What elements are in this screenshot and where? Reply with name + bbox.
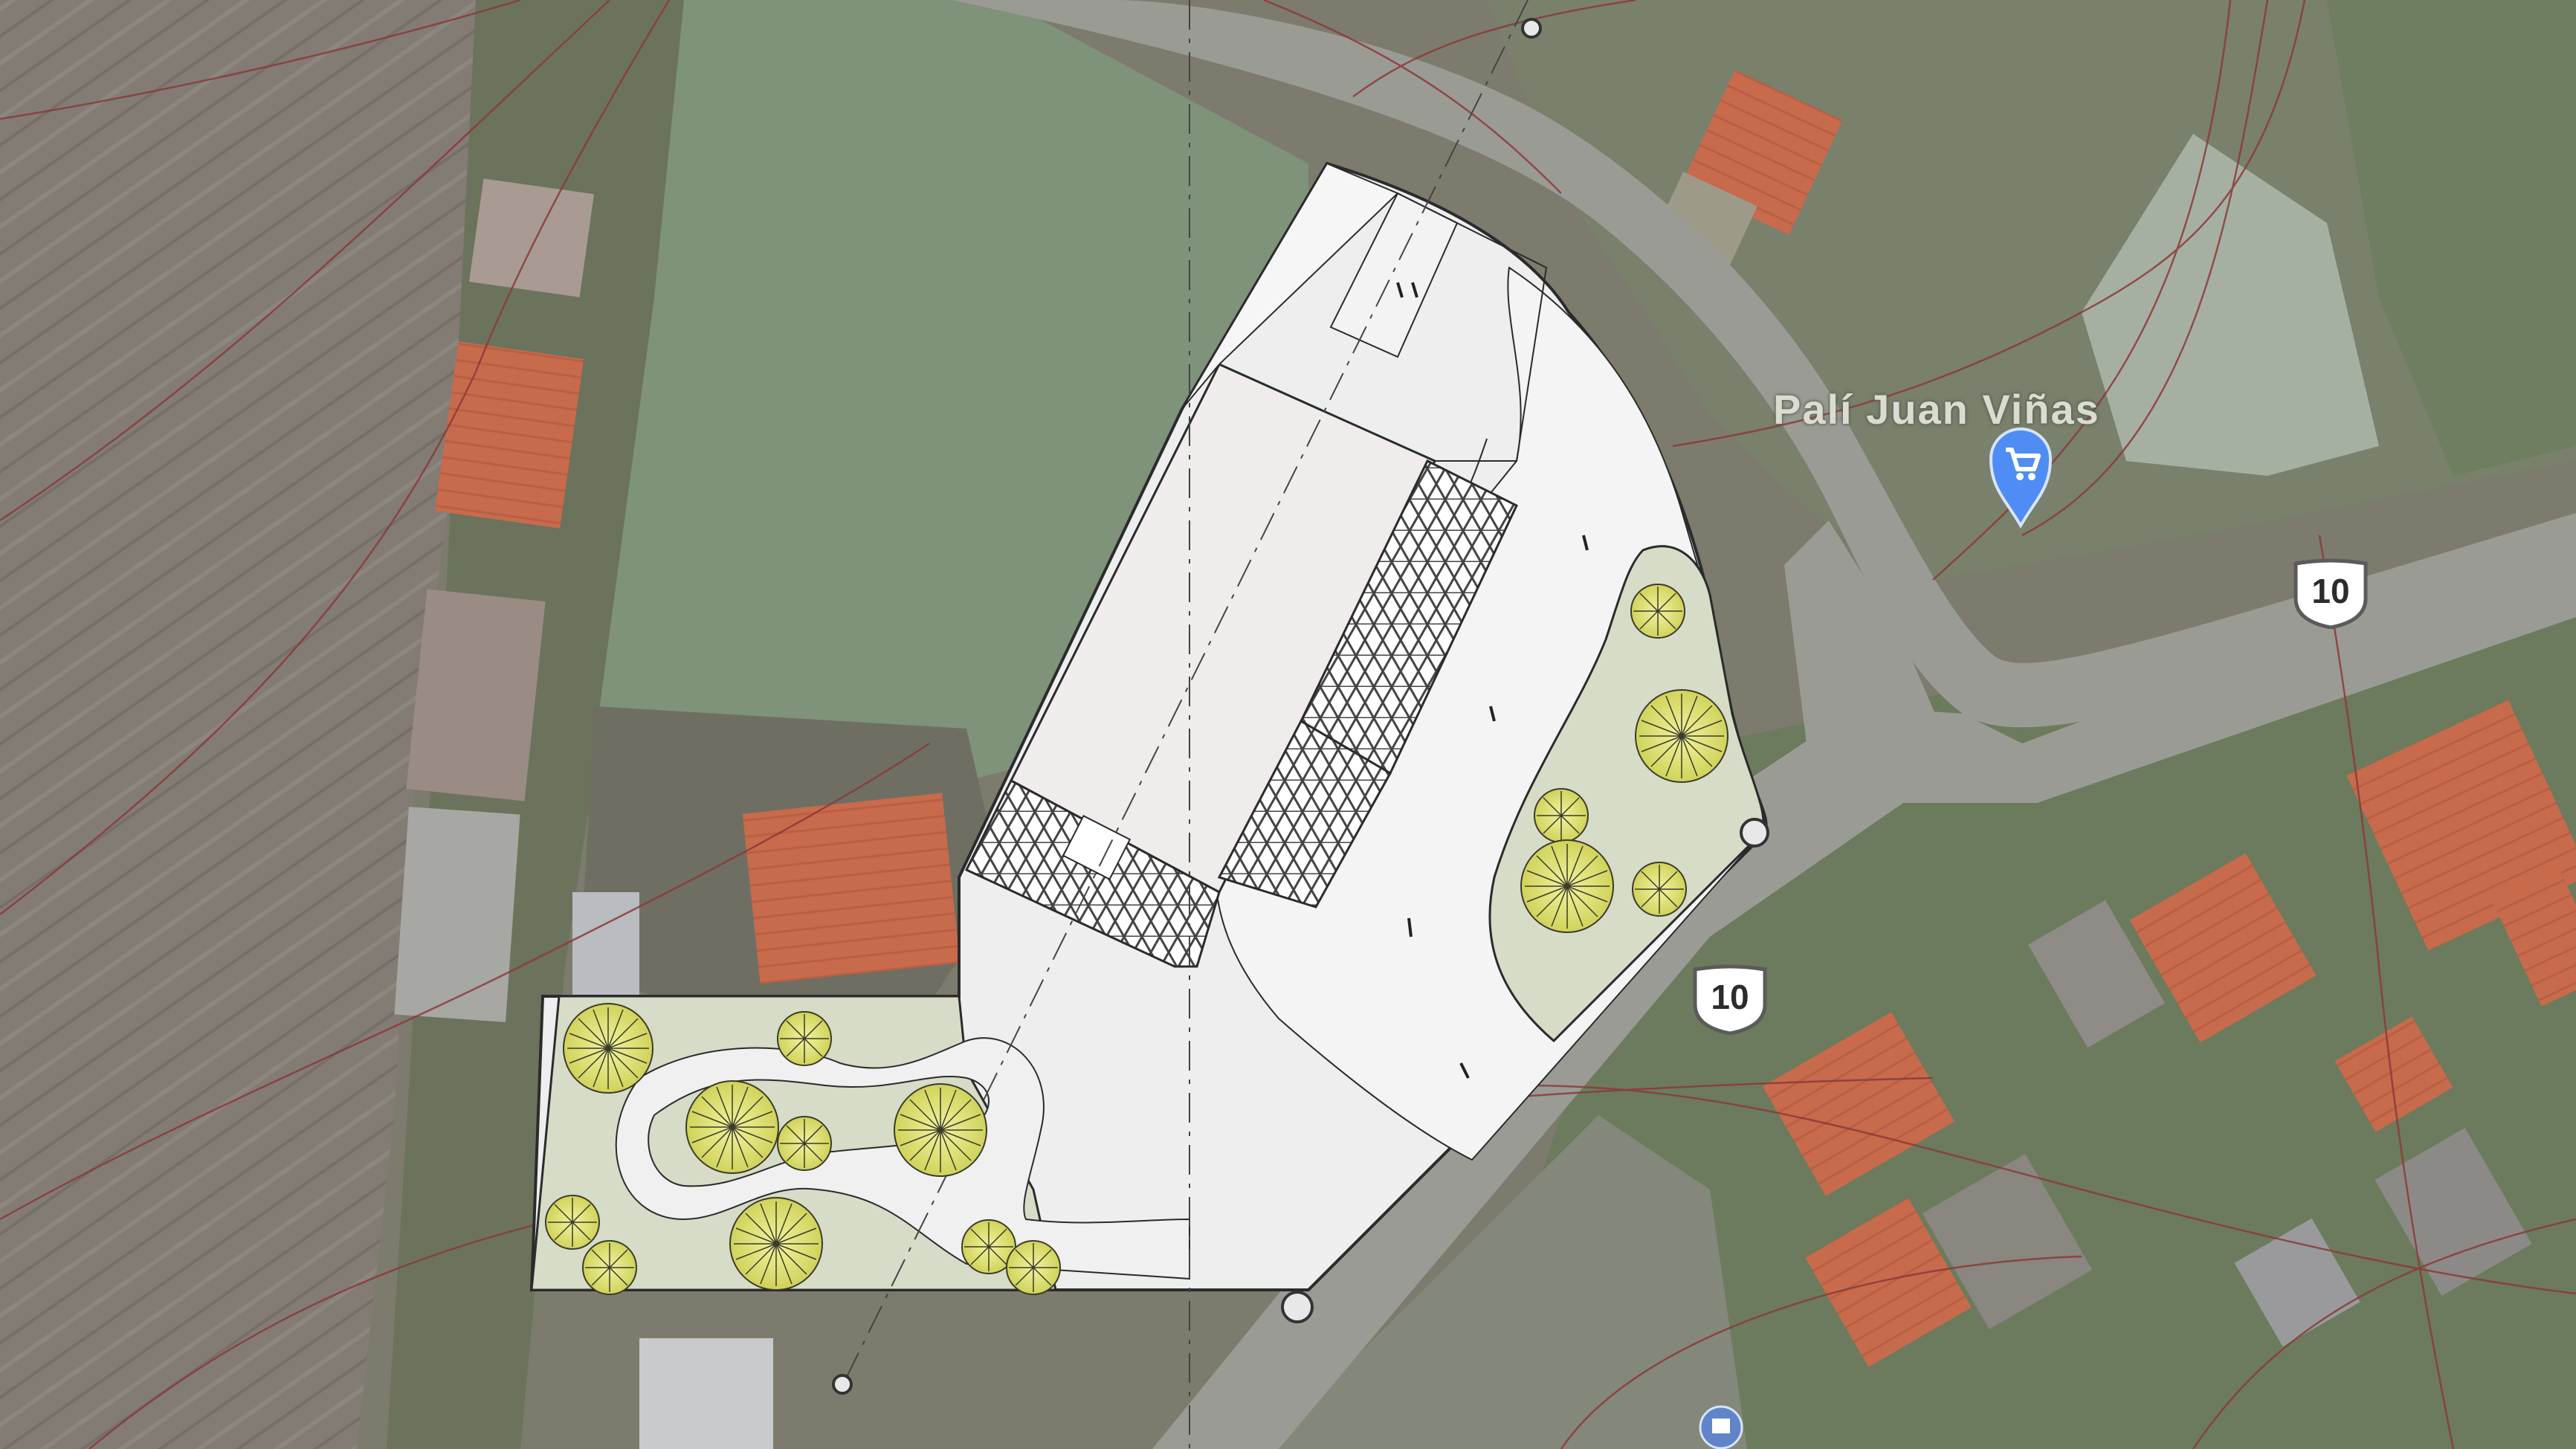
tree [582, 1240, 637, 1295]
poi-label[interactable]: Palí Juan Viñas [1773, 385, 2100, 433]
tree [545, 1195, 600, 1250]
aerial-site-plan [0, 0, 2576, 1449]
route-shield: 10 [1689, 964, 1771, 1035]
poi-marker-icon [1699, 1405, 1743, 1449]
tree [1632, 862, 1687, 917]
tree [894, 1083, 987, 1177]
route-number: 10 [1711, 978, 1749, 1016]
site-plan-map[interactable]: Palí Juan Viñas 10 10 [0, 0, 2576, 1449]
tree [1006, 1240, 1061, 1295]
tree [1635, 689, 1728, 783]
tree [729, 1197, 823, 1291]
tree [1520, 839, 1614, 933]
route-number: 10 [2311, 572, 2350, 610]
tree [777, 1116, 832, 1171]
tree [1630, 584, 1685, 639]
tree [563, 1003, 653, 1094]
tree [685, 1080, 779, 1174]
tree [1534, 788, 1589, 843]
route-shield: 10 [2290, 558, 2372, 629]
tree [777, 1011, 832, 1066]
